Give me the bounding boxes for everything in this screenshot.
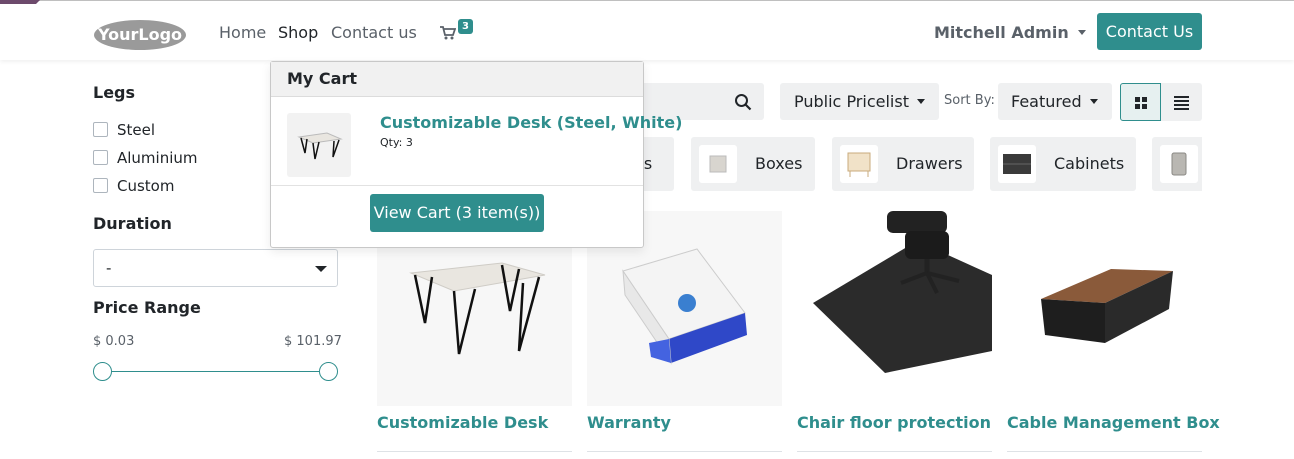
view-cart-button[interactable]: View Cart (3 item(s)) <box>370 194 544 232</box>
price-max-label: $ 101.97 <box>284 334 342 349</box>
product-card[interactable]: Cable Management Box <box>1007 211 1220 452</box>
chevron-down-icon <box>315 266 327 272</box>
cabinet-thumbnail <box>998 145 1036 183</box>
chevron-down-icon <box>1089 99 1098 104</box>
divider <box>377 451 572 452</box>
contact-us-button[interactable]: Contact Us <box>1097 13 1202 50</box>
checkbox[interactable] <box>93 122 108 137</box>
category-chip-cabinets[interactable]: Cabinets <box>990 137 1136 191</box>
list-icon <box>1174 96 1189 110</box>
drawer-thumbnail <box>840 145 878 183</box>
category-chip[interactable]: es <box>644 137 674 191</box>
price-slider-min-handle[interactable] <box>92 362 112 381</box>
user-menu[interactable]: Mitchell Admin <box>934 23 1086 42</box>
product-name[interactable]: Chair floor protection <box>797 413 992 432</box>
duration-select[interactable]: - <box>93 249 338 287</box>
logo-text: YourLogo <box>97 25 182 44</box>
category-carousel: es Boxes Drawers Cabinets <box>644 137 1202 191</box>
cart-dropdown: My Cart Customizable Desk (Steel, White)… <box>270 61 682 248</box>
grid-icon <box>1135 97 1147 109</box>
search-icon[interactable] <box>734 93 752 111</box>
divider <box>587 451 782 452</box>
sort-label: Sort By: <box>944 93 995 108</box>
list-view-button[interactable] <box>1161 83 1202 121</box>
duration-filter-title: Duration <box>93 214 172 233</box>
cart-count-badge: 3 <box>458 19 473 34</box>
duration-value: - <box>106 259 112 277</box>
nav-shop[interactable]: Shop <box>278 23 318 42</box>
nav-home[interactable]: Home <box>219 23 266 42</box>
category-chip-next[interactable] <box>1152 137 1202 191</box>
checkbox[interactable] <box>93 150 108 165</box>
grid-view-button[interactable] <box>1120 83 1161 121</box>
pricelist-dropdown[interactable]: Public Pricelist <box>780 83 939 120</box>
cart-item-qty: Qty: 3 <box>380 136 413 149</box>
price-range-title: Price Range <box>93 298 201 317</box>
divider <box>271 185 643 186</box>
price-min-label: $ 0.03 <box>93 334 135 349</box>
cart-dropdown-title: My Cart <box>271 62 643 97</box>
checkbox[interactable] <box>93 178 108 193</box>
cart-icon[interactable] <box>440 26 456 40</box>
price-slider-track[interactable] <box>102 371 328 372</box>
price-slider-max-handle[interactable] <box>318 362 338 381</box>
sort-dropdown[interactable]: Featured <box>998 83 1112 120</box>
legs-option-aluminium[interactable]: Aluminium <box>93 149 198 167</box>
product-name[interactable]: Customizable Desk <box>377 413 572 432</box>
legs-filter-title: Legs <box>93 83 136 102</box>
cart-item-name[interactable]: Customizable Desk (Steel, White) <box>380 113 682 132</box>
divider <box>797 451 992 452</box>
chevron-down-icon <box>916 99 925 104</box>
site-header: YourLogo Home Shop Contact us 3 Mitchell… <box>0 4 1294 60</box>
product-image-cable-box[interactable] <box>1007 211 1202 406</box>
product-image-floor-mat[interactable] <box>797 211 992 406</box>
bin-thumbnail <box>1160 145 1198 183</box>
legs-option-custom[interactable]: Custom <box>93 177 174 195</box>
divider <box>1007 451 1202 452</box>
nav-contact[interactable]: Contact us <box>331 23 417 42</box>
site-logo[interactable]: YourLogo <box>92 16 188 52</box>
cart-item-thumbnail[interactable] <box>287 113 351 177</box>
box-thumbnail <box>699 145 737 183</box>
legs-option-steel[interactable]: Steel <box>93 121 155 139</box>
chevron-down-icon <box>1077 30 1086 35</box>
product-card[interactable]: Chair floor protection <box>797 211 992 452</box>
user-name: Mitchell Admin <box>934 23 1069 42</box>
category-chip-boxes[interactable]: Boxes <box>691 137 815 191</box>
product-name[interactable]: Cable Management Box <box>1007 413 1220 432</box>
category-chip-drawers[interactable]: Drawers <box>832 137 974 191</box>
product-name[interactable]: Warranty <box>587 413 782 432</box>
